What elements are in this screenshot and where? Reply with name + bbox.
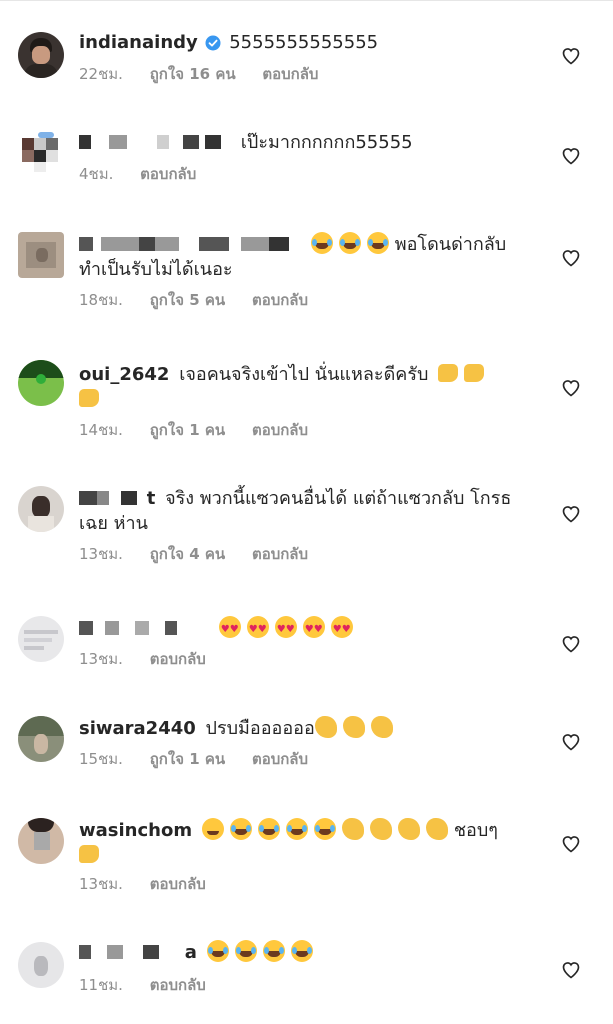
like-heart-icon[interactable] <box>561 834 581 854</box>
reply-button[interactable]: ตอบกลับ <box>252 749 308 769</box>
laugh-emoji-icon <box>285 818 308 840</box>
avatar[interactable] <box>18 486 64 532</box>
heart-eyes-emoji-icon <box>302 616 325 642</box>
comment-username[interactable]: wasinchom <box>79 820 192 841</box>
comment-text: ปรบมืออออออ <box>205 718 315 739</box>
thumbs-up-emoji-icon <box>464 364 485 382</box>
like-heart-icon[interactable] <box>561 46 581 66</box>
heart-eyes-emoji-icon <box>330 616 353 642</box>
comment-likes[interactable]: ถูกใจ 16 คน <box>150 64 236 84</box>
comment-time: 15ชม. <box>79 750 123 768</box>
like-heart-icon[interactable] <box>561 248 581 268</box>
comment-time: 11ชม. <box>79 976 123 994</box>
reply-button[interactable]: ตอบกลับ <box>262 64 318 84</box>
comment-username[interactable]: siwara2440 <box>79 718 196 739</box>
censored-username <box>79 491 141 505</box>
comment-username[interactable]: a <box>185 942 197 963</box>
laugh-emoji-icon <box>229 818 252 840</box>
comment-time: 4ชม. <box>79 165 114 183</box>
thumbs-left-emoji-icon <box>79 845 99 863</box>
reply-button[interactable]: ตอบกลับ <box>252 544 308 564</box>
clapping-emoji-icon <box>369 818 392 840</box>
comment-time: 22ชม. <box>79 65 123 83</box>
reply-button[interactable]: ตอบกลับ <box>140 164 196 184</box>
censored-username <box>79 237 299 251</box>
comment-text-line2: เฉย ห่าน <box>79 513 148 534</box>
comment-text: จริง พวกนี้แซวคนอื่นได้ แต่ถ้าแซวกลับ โก… <box>165 488 512 509</box>
reply-button[interactable]: ตอบกลับ <box>252 420 308 440</box>
like-heart-icon[interactable] <box>561 504 581 524</box>
avatar[interactable] <box>18 942 64 988</box>
reply-button[interactable]: ตอบกลับ <box>150 649 206 669</box>
comment-likes[interactable]: ถูกใจ 1 คน <box>150 420 225 440</box>
comment-likes[interactable]: ถูกใจ 4 คน <box>150 544 225 564</box>
clapping-emoji-icon <box>370 716 393 738</box>
thumbs-left-emoji-icon <box>79 389 99 407</box>
verified-badge-icon <box>205 33 221 51</box>
clapping-emoji-icon <box>341 818 364 840</box>
comment-text: พอโดนด่ากลับ <box>394 234 507 255</box>
comment-username[interactable]: oui_2642 <box>79 364 169 385</box>
reply-button[interactable]: ตอบกลับ <box>252 290 308 310</box>
censored-username <box>79 945 179 959</box>
avatar[interactable] <box>18 818 64 864</box>
avatar[interactable] <box>18 360 64 406</box>
comment-likes[interactable]: ถูกใจ 1 คน <box>150 749 225 769</box>
comment-time: 14ชม. <box>79 421 123 439</box>
laugh-emoji-icon <box>366 232 389 254</box>
comment-username[interactable]: indianaindy <box>79 32 198 53</box>
like-heart-icon[interactable] <box>561 732 581 752</box>
comment-time: 13ชม. <box>79 875 123 893</box>
heart-eyes-emoji-icon <box>218 616 241 642</box>
like-heart-icon[interactable] <box>561 378 581 398</box>
like-heart-icon[interactable] <box>561 960 581 980</box>
laugh-emoji-icon <box>262 940 285 962</box>
comment-likes[interactable]: ถูกใจ 5 คน <box>150 290 225 310</box>
avatar[interactable] <box>18 130 64 176</box>
comment-text: 5555555555555 <box>229 32 379 53</box>
laugh-emoji-icon <box>234 940 257 962</box>
comment-time: 13ชม. <box>79 650 123 668</box>
laugh-emoji-icon <box>310 232 333 254</box>
comment-text: เป๊ะมากกกกกก55555 <box>240 132 413 153</box>
comment-text: ชอบๆ <box>453 820 498 841</box>
comment-time: 18ชม. <box>79 291 123 309</box>
reply-button[interactable]: ตอบกลับ <box>150 874 206 894</box>
like-heart-icon[interactable] <box>561 146 581 166</box>
clapping-emoji-icon <box>425 818 448 840</box>
comment-text-line2: ทำเป็นรับไม่ได้เนอะ <box>79 259 233 280</box>
laugh-emoji-icon <box>206 940 229 962</box>
squinting-emoji-icon <box>201 818 224 840</box>
laugh-emoji-icon <box>257 818 280 840</box>
thumbs-up-emoji-icon <box>438 364 459 382</box>
heart-eyes-emoji-icon <box>274 616 297 642</box>
laugh-emoji-icon <box>290 940 313 962</box>
heart-eyes-emoji-icon <box>246 616 269 642</box>
clapping-emoji-icon <box>342 716 365 738</box>
avatar[interactable] <box>18 616 64 662</box>
like-heart-icon[interactable] <box>561 634 581 654</box>
laugh-emoji-icon <box>313 818 336 840</box>
censored-username <box>79 135 229 149</box>
comment-time: 13ชม. <box>79 545 123 563</box>
avatar[interactable] <box>18 32 64 78</box>
clapping-emoji-icon <box>314 716 337 738</box>
comment-text: เจอคนจริงเข้าไป นั่นแหละดีครับ <box>179 364 429 385</box>
avatar[interactable] <box>18 232 64 278</box>
censored-username <box>79 621 207 635</box>
reply-button[interactable]: ตอบกลับ <box>150 975 206 995</box>
clapping-emoji-icon <box>397 818 420 840</box>
top-divider <box>0 0 613 1</box>
avatar[interactable] <box>18 716 64 762</box>
laugh-emoji-icon <box>338 232 361 254</box>
comment-username[interactable]: t <box>147 488 156 509</box>
